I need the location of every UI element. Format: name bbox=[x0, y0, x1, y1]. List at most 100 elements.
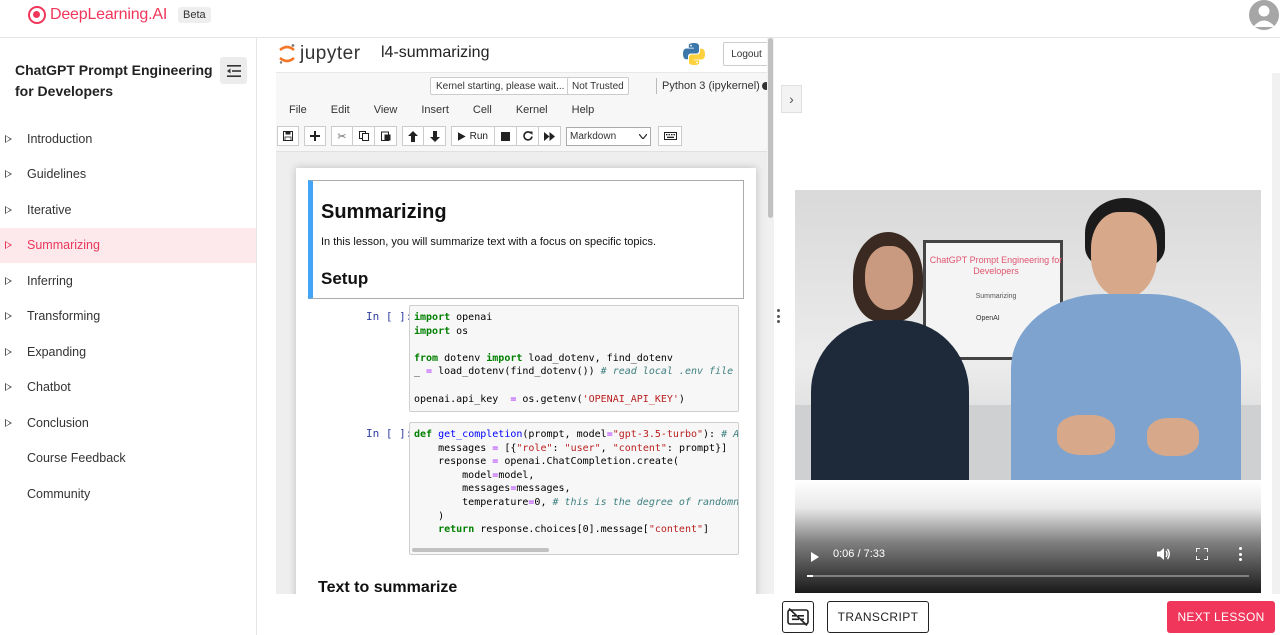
interrupt-kernel-button[interactable] bbox=[495, 126, 517, 146]
sidebar-item-transforming[interactable]: Transforming bbox=[0, 299, 256, 335]
jupyter-menubar: File Edit View Insert Cell Kernel Help bbox=[289, 104, 618, 116]
fullscreen-icon[interactable] bbox=[1196, 548, 1208, 560]
restart-kernel-button[interactable] bbox=[517, 126, 539, 146]
python-logo-icon bbox=[683, 43, 705, 65]
markdown-cell[interactable]: Summarizing In this lesson, you will sum… bbox=[308, 180, 744, 299]
stop-icon bbox=[501, 131, 510, 141]
course-title: ChatGPT Prompt Engineering for Developer… bbox=[15, 62, 213, 99]
notebook-heading: Summarizing bbox=[321, 201, 447, 223]
notebook-name[interactable]: l4-summarizing bbox=[381, 44, 489, 62]
menu-insert[interactable]: Insert bbox=[421, 104, 449, 116]
sidebar-item-label: Transforming bbox=[27, 309, 101, 324]
cell-prompt: In [ ]: bbox=[366, 310, 413, 323]
jupyter-logo-text: jupyter bbox=[300, 43, 361, 64]
video-player[interactable]: ChatGPT Prompt Engineering for Developer… bbox=[795, 190, 1261, 593]
screen-subtitle: Summarizing bbox=[975, 293, 1017, 300]
expand-arrow-icon bbox=[5, 241, 12, 250]
plus-icon bbox=[310, 131, 320, 141]
captions-off-icon bbox=[787, 608, 809, 626]
code-horizontal-scrollbar[interactable] bbox=[412, 548, 549, 552]
expand-arrow-icon bbox=[5, 205, 12, 214]
brand-logo-link[interactable]: DeepLearning.AI bbox=[28, 6, 167, 24]
expand-panel-button[interactable]: › bbox=[781, 85, 802, 113]
sidebar-item-community[interactable]: Community bbox=[0, 476, 256, 512]
notebook-scrollbar[interactable] bbox=[767, 38, 774, 594]
jupyter-header: jupyter l4-summarizing Logout Kernel sta… bbox=[276, 38, 774, 152]
save-icon bbox=[283, 131, 293, 141]
cut-button[interactable]: ✂ bbox=[331, 126, 353, 146]
menu-file[interactable]: File bbox=[289, 104, 307, 116]
sidebar-item-label: Summarizing bbox=[27, 238, 100, 253]
sidebar-item-label: Iterative bbox=[27, 202, 72, 217]
course-sidebar: ChatGPT Prompt Engineering for Developer… bbox=[0, 38, 257, 635]
top-bar: DeepLearning.AI Beta bbox=[0, 0, 1280, 38]
sidebar-item-chatbot[interactable]: Chatbot bbox=[0, 370, 256, 406]
text-to-summarize-heading: Text to summarize bbox=[318, 579, 458, 594]
chevron-down-icon bbox=[639, 133, 647, 139]
sidebar-item-guidelines[interactable]: Guidelines bbox=[0, 157, 256, 193]
expand-arrow-icon bbox=[5, 418, 12, 427]
jupyter-logo-icon bbox=[279, 44, 295, 64]
trust-indicator[interactable]: Not Trusted bbox=[567, 77, 629, 95]
code-cell-imports[interactable]: import openai import os from dotenv impo… bbox=[409, 305, 739, 412]
sidebar-item-iterative[interactable]: Iterative bbox=[0, 192, 256, 228]
jupyter-logo[interactable]: jupyter bbox=[278, 43, 361, 65]
move-down-button[interactable] bbox=[424, 126, 446, 146]
menu-help[interactable]: Help bbox=[572, 104, 595, 116]
sidebar-item-summarizing[interactable]: Summarizing bbox=[0, 227, 256, 263]
menu-edit[interactable]: Edit bbox=[331, 104, 350, 116]
cell-type-value: Markdown bbox=[570, 130, 617, 142]
sidebar-item-inferring[interactable]: Inferring bbox=[0, 263, 256, 299]
expand-arrow-icon bbox=[5, 134, 12, 143]
sidebar-item-label: Introduction bbox=[27, 131, 93, 146]
play-icon[interactable] bbox=[811, 552, 819, 562]
volume-icon[interactable] bbox=[1157, 547, 1171, 561]
collapse-menu-icon bbox=[226, 64, 241, 77]
collapse-sidebar-button[interactable] bbox=[220, 57, 247, 84]
command-palette-button[interactable] bbox=[658, 126, 682, 146]
menu-cell[interactable]: Cell bbox=[473, 104, 492, 116]
move-up-button[interactable] bbox=[402, 126, 424, 146]
expand-arrow-icon bbox=[5, 383, 12, 392]
user-avatar-icon[interactable] bbox=[1249, 0, 1279, 30]
cell-prompt: In [ ]: bbox=[366, 427, 413, 440]
transcript-button[interactable]: TRANSCRIPT bbox=[827, 601, 929, 633]
fast-forward-icon bbox=[544, 131, 555, 141]
expand-arrow-icon bbox=[5, 347, 12, 356]
scissors-icon: ✂ bbox=[337, 130, 347, 143]
sidebar-item-label: Expanding bbox=[27, 344, 87, 359]
video-panel-scrollbar[interactable] bbox=[1272, 73, 1280, 594]
more-options-icon[interactable] bbox=[1239, 547, 1243, 561]
beta-badge: Beta bbox=[178, 7, 211, 23]
sidebar-item-conclusion[interactable]: Conclusion bbox=[0, 405, 256, 441]
brand-name: DeepLearning.AI bbox=[50, 6, 168, 23]
sidebar-item-introduction[interactable]: Introduction bbox=[0, 121, 256, 157]
sidebar-item-course-feedback[interactable]: Course Feedback bbox=[0, 441, 256, 477]
save-button[interactable] bbox=[277, 126, 299, 146]
code-cell-get-completion[interactable]: def get_completion(prompt, model="gpt-3.… bbox=[409, 422, 739, 555]
expand-arrow-icon bbox=[5, 170, 12, 179]
run-button[interactable]: Run bbox=[451, 126, 495, 146]
cell-type-select[interactable]: Markdown bbox=[566, 126, 651, 146]
sidebar-item-expanding[interactable]: Expanding bbox=[0, 334, 256, 370]
keyboard-icon bbox=[663, 132, 677, 140]
restart-icon bbox=[522, 131, 533, 141]
paste-button[interactable] bbox=[375, 126, 397, 146]
logout-button[interactable]: Logout bbox=[723, 42, 770, 66]
copy-button[interactable] bbox=[353, 126, 375, 146]
sidebar-item-label: Chatbot bbox=[27, 380, 71, 395]
kernel-name: Python 3 (ipykernel) bbox=[656, 78, 760, 94]
video-progress-bar[interactable] bbox=[807, 575, 1249, 577]
menu-view[interactable]: View bbox=[374, 104, 398, 116]
sidebar-item-label: Inferring bbox=[27, 273, 73, 288]
menu-kernel[interactable]: Kernel bbox=[516, 104, 548, 116]
setup-heading: Setup bbox=[321, 269, 369, 288]
video-timecode: 0:06 / 7:33 bbox=[833, 548, 885, 560]
screen-title: ChatGPT Prompt Engineering for Developer… bbox=[929, 255, 1063, 276]
notebook-intro-text: In this lesson, you will summarize text … bbox=[321, 236, 657, 248]
insert-cell-button[interactable] bbox=[304, 126, 326, 146]
restart-run-all-button[interactable] bbox=[539, 126, 561, 146]
notebook-page: Summarizing In this lesson, you will sum… bbox=[296, 168, 756, 594]
next-lesson-button[interactable]: NEXT LESSON bbox=[1167, 601, 1275, 633]
toggle-captions-button[interactable] bbox=[782, 601, 814, 633]
